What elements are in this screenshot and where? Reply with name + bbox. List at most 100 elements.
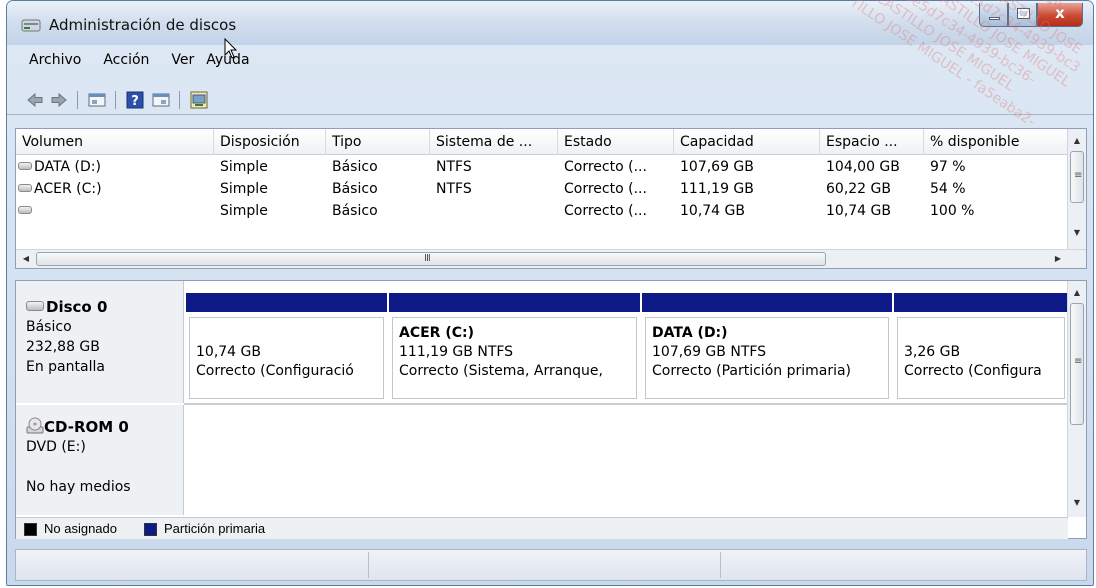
disk-0-size: 232,88 GB [26,339,100,355]
scroll-right-arrow-icon[interactable]: ▶ [1050,251,1066,267]
volume-name: ACER (C:) [34,181,102,197]
minimize-icon [989,17,1000,20]
column-header-espacio[interactable]: Espacio ... [820,129,924,155]
disk-0-status: En pantalla [26,359,105,375]
volume-list-horizontal-scrollbar[interactable]: ◀ III ▶ [16,249,1086,268]
cdrom-0-label[interactable]: CD-ROM 0 DVD (E:) No hay medios [16,405,184,515]
partition-status: Correcto (Partición primaria) [652,363,852,379]
volume-capacity: 10,74 GB [680,203,745,219]
volume-percent-free: 54 % [930,181,966,197]
scroll-down-arrow-icon[interactable]: ▼ [1069,225,1085,241]
cd-drive-icon [26,417,44,434]
disk-pane-vertical-scrollbar[interactable]: ▲ ≡ ▼ [1067,281,1086,517]
partition-details: DATA (D:) 107,69 GB NTFS Correcto (Parti… [645,317,889,399]
back-arrow-icon[interactable] [25,90,45,110]
disk-0-label[interactable]: Disco 0 Básico 232,88 GB En pantalla [16,281,184,403]
disk-0-name: Disco 0 [46,298,108,316]
volume-free-space: 10,74 GB [826,203,891,219]
volume-capacity: 111,19 GB [680,181,754,197]
disk-graphical-pane: Disco 0 Básico 232,88 GB En pantalla 10,… [15,280,1087,539]
menu-ver[interactable]: Ver [167,50,198,70]
volume-free-space: 60,22 GB [826,181,891,197]
maximize-icon [1017,8,1030,19]
volume-capacity: 107,69 GB [680,159,754,175]
partition-name: ACER (C:) [399,325,474,341]
volume-name-cell: DATA (D:) [16,156,214,178]
vertical-scroll-thumb[interactable]: ≡ [1070,303,1084,425]
disk-0-title: Disco 0 [26,297,183,317]
legend: No asignado Partición primaria [16,517,1068,539]
scroll-grip-icon: III [424,253,431,264]
column-header-disponible[interactable]: % disponible [924,129,1068,155]
column-header-disposicion[interactable]: Disposición [214,129,326,155]
partition-block[interactable]: 3,26 GB Correcto (Configura [894,293,1068,399]
cdrom-0-drive: DVD (E:) [26,439,86,455]
volume-list-pane: Volumen Disposición Tipo Sistema de ... … [15,128,1087,269]
partition-status: Correcto (Sistema, Arranque, [399,363,603,379]
column-header-volumen[interactable]: Volumen [16,129,214,155]
status-bar-divider [720,552,721,578]
scroll-left-arrow-icon[interactable]: ◀ [18,251,34,267]
partition-block[interactable]: DATA (D:) 107,69 GB NTFS Correcto (Parti… [642,293,892,399]
partition-details: 3,26 GB Correcto (Configura [897,317,1065,399]
volume-row[interactable]: Simple Básico Correcto (... 10,74 GB 10,… [16,200,1068,222]
volume-filesystem: NTFS [436,181,472,197]
toolbar-separator [115,91,116,109]
column-header-tipo[interactable]: Tipo [326,129,430,155]
properties-icon[interactable] [87,90,107,110]
column-header-capacidad[interactable]: Capacidad [674,129,820,155]
partition-type-bar [894,293,1068,312]
cdrom-0-row: CD-ROM 0 DVD (E:) No hay medios [16,405,1068,515]
volume-row[interactable]: ACER (C:) Simple Básico NTFS Correcto (.… [16,178,1068,200]
horizontal-scroll-thumb[interactable]: III [36,252,826,266]
maximize-button[interactable] [1008,3,1037,27]
show-console-icon[interactable] [151,90,171,110]
volume-percent-free: 97 % [930,159,966,175]
close-icon: x [1055,4,1065,22]
volume-disk-icon [18,206,32,214]
volume-layout: Simple [220,159,268,175]
status-bar-divider [368,552,369,578]
partition-status: Correcto (Configuració [196,363,354,379]
scroll-down-arrow-icon[interactable]: ▼ [1069,495,1085,511]
volume-list-header: Volumen Disposición Tipo Sistema de ... … [16,129,1068,155]
volume-name: DATA (D:) [34,159,101,175]
legend-label-primary-partition: Partición primaria [164,521,266,536]
partition-block[interactable]: ACER (C:) 111,19 GB NTFS Correcto (Siste… [389,293,640,399]
partition-details: ACER (C:) 111,19 GB NTFS Correcto (Siste… [392,317,637,399]
volume-filesystem [430,200,558,222]
disk-0-row: Disco 0 Básico 232,88 GB En pantalla 10,… [16,281,1068,403]
minimize-button[interactable] [979,3,1008,27]
menu-archivo[interactable]: Archivo [25,50,85,70]
partition-type-bar [389,293,640,312]
status-bar [15,549,1087,581]
close-button[interactable]: x [1037,3,1083,27]
partition-size: 107,69 GB NTFS [652,344,767,360]
scroll-up-arrow-icon[interactable]: ▲ [1069,133,1085,149]
title-bar[interactable]: Administración de discos x [7,1,1093,45]
menu-accion[interactable]: Acción [99,50,153,70]
volume-name-cell: ACER (C:) [16,178,214,200]
partition-type-bar [642,293,892,312]
forward-arrow-icon[interactable] [49,90,69,110]
partition-size: 10,74 GB [196,344,261,360]
column-header-sistema[interactable]: Sistema de ... [430,129,558,155]
partition-type-bar [186,293,387,312]
volume-disk-icon [18,184,32,192]
rescan-icon[interactable] [189,90,209,110]
partition-size: 111,19 GB NTFS [399,344,514,360]
partition-size: 3,26 GB [904,344,961,360]
mouse-cursor-icon [224,38,238,59]
scroll-up-arrow-icon[interactable]: ▲ [1069,285,1085,301]
volume-row[interactable]: DATA (D:) Simple Básico NTFS Correcto (.… [16,156,1068,178]
column-header-estado[interactable]: Estado [558,129,674,155]
volume-list-vertical-scrollbar[interactable]: ▲ ≡ ▼ [1067,129,1086,249]
disk-0-type: Básico [26,319,72,335]
vertical-scroll-thumb[interactable]: ≡ [1070,151,1084,203]
menu-bar: Archivo Acción Ver Ayuda [7,47,1093,73]
partition-name: DATA (D:) [652,325,728,341]
toolbar: ? [7,85,1093,115]
volume-type: Básico [332,181,378,197]
help-icon[interactable]: ? [125,90,145,110]
partition-block[interactable]: 10,74 GB Correcto (Configuració [186,293,387,399]
